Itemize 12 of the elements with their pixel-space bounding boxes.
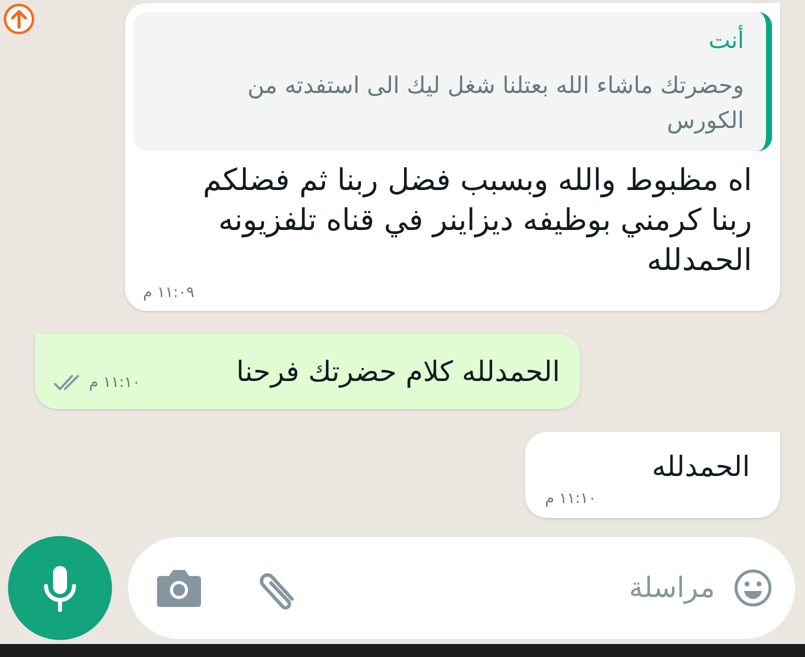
message-time: ١١:١٠ م <box>544 488 596 509</box>
message-text: الحمدلله كلام حضرتك فرحنا <box>236 354 561 390</box>
camera-icon[interactable] <box>156 568 202 608</box>
message-field[interactable]: مراسلة <box>128 537 795 639</box>
message-text: الحمدلله <box>650 449 751 485</box>
message-time: ١١:٠٩ م <box>142 282 194 303</box>
message-time: ١١:١٠ م <box>89 372 140 394</box>
quote-text: وحضرتك ماشاء الله بعتلنا شغل ليك الى استفدته من الكورس <box>246 72 744 136</box>
quote-author: أنت <box>149 24 744 58</box>
message-text: اه مظبوط والله وبسبب فضل ربنا ثم فضلكم ربنا كرمني بوظيفه ديزاينر في قناه تلفزيونه الحمدلله <box>202 162 752 280</box>
message-input[interactable]: مراسلة <box>455 567 715 609</box>
emoji-icon[interactable] <box>733 568 773 608</box>
